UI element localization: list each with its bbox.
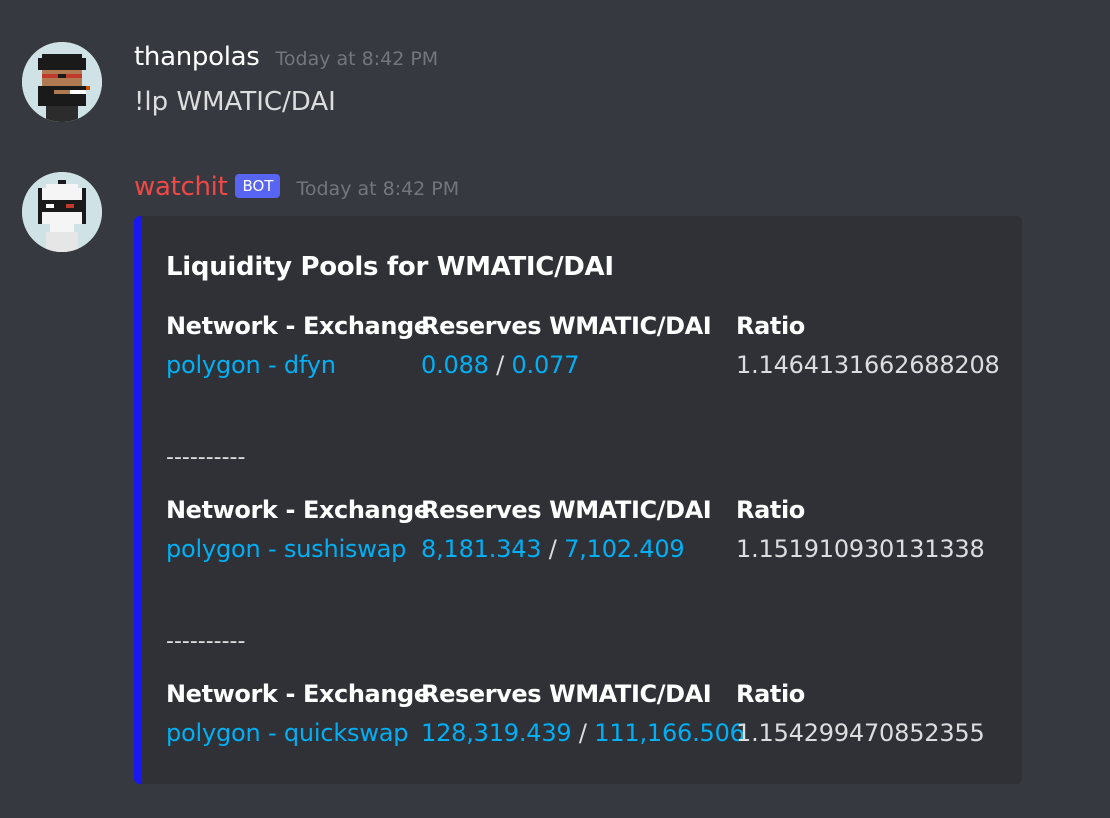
separator-line: ---------- <box>166 445 246 470</box>
field-name: Reserves WMATIC/DAI <box>421 680 712 708</box>
field-reserves: Reserves WMATIC/DAI 8,181.343 / 7,102.40… <box>421 494 712 566</box>
ratio-value: 1.1464131662688208 <box>736 351 1000 379</box>
field-name: Reserves WMATIC/DAI <box>421 496 712 524</box>
field-name: Network - Exchange <box>166 680 430 708</box>
reserve-separator: / <box>548 535 557 563</box>
field-name: Network - Exchange <box>166 312 430 340</box>
field-reserves: Reserves WMATIC/DAI 0.088 / 0.077 <box>421 310 712 382</box>
exchange-link[interactable]: polygon - dfyn <box>166 351 336 379</box>
reserve-a-link[interactable]: 128,319.439 <box>421 719 572 747</box>
ratio-value: 1.154299470852355 <box>736 719 985 747</box>
separator-line: ---------- <box>166 629 246 654</box>
username[interactable]: thanpolas <box>134 42 260 72</box>
reserve-separator: / <box>578 719 587 747</box>
reserve-b-link[interactable]: 0.077 <box>511 351 579 379</box>
pixel-avatar-robot-icon <box>22 172 102 252</box>
embed-card: Liquidity Pools for WMATIC/DAI Network -… <box>134 216 1022 784</box>
field-network-exchange: Network - Exchange polygon - dfyn <box>166 310 430 382</box>
message-content: !lp WMATIC/DAI <box>134 87 336 117</box>
field-name: Ratio <box>736 496 805 524</box>
bot-username[interactable]: watchit <box>134 172 228 202</box>
embed-title: Liquidity Pools for WMATIC/DAI <box>166 252 614 282</box>
field-ratio: Ratio 1.151910930131338 <box>736 494 985 566</box>
field-name: Reserves WMATIC/DAI <box>421 312 712 340</box>
exchange-link[interactable]: polygon - sushiswap <box>166 535 406 563</box>
reserve-separator: / <box>496 351 505 379</box>
field-name: Network - Exchange <box>166 496 430 524</box>
reserve-a-link[interactable]: 0.088 <box>421 351 489 379</box>
field-network-exchange: Network - Exchange polygon - sushiswap <box>166 494 430 566</box>
field-network-exchange: Network - Exchange polygon - quickswap <box>166 678 430 750</box>
embed-accent-bar <box>134 216 142 784</box>
bot-badge: BOT <box>235 174 281 198</box>
bot-avatar[interactable] <box>22 172 102 252</box>
ratio-value: 1.151910930131338 <box>736 535 985 563</box>
field-name: Ratio <box>736 312 805 340</box>
timestamp: Today at 8:42 PM <box>296 178 460 200</box>
reserve-b-link[interactable]: 7,102.409 <box>564 535 685 563</box>
exchange-link[interactable]: polygon - quickswap <box>166 719 409 747</box>
timestamp: Today at 8:42 PM <box>275 48 439 70</box>
reserve-a-link[interactable]: 8,181.343 <box>421 535 542 563</box>
reserve-b-link[interactable]: 111,166.506 <box>594 719 745 747</box>
user-avatar[interactable] <box>22 42 102 122</box>
pixel-avatar-bearded-man-icon <box>22 42 102 122</box>
field-name: Ratio <box>736 680 805 708</box>
field-ratio: Ratio 1.1464131662688208 <box>736 310 1000 382</box>
field-reserves: Reserves WMATIC/DAI 128,319.439 / 111,16… <box>421 678 745 750</box>
field-ratio: Ratio 1.154299470852355 <box>736 678 985 750</box>
